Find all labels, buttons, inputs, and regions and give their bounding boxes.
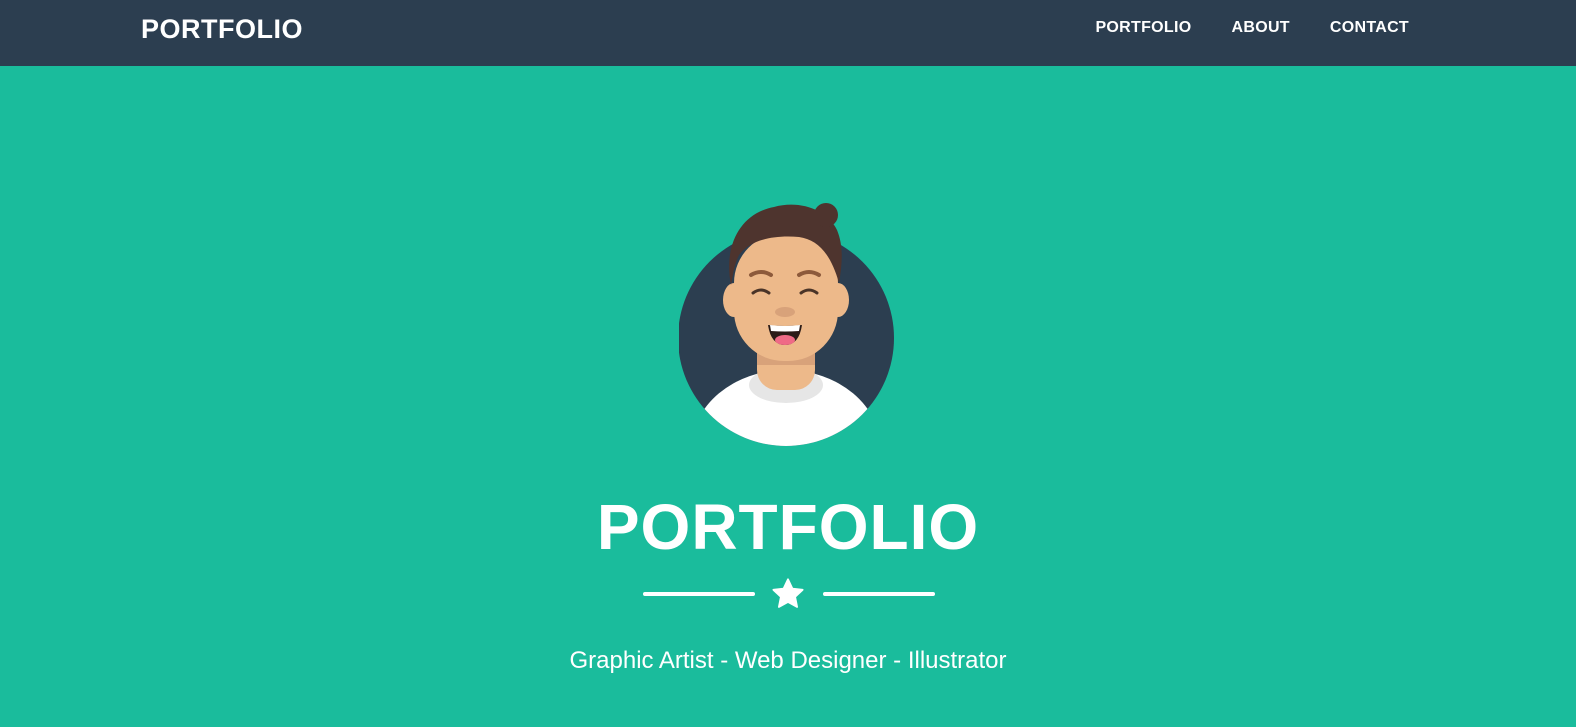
avatar-image	[678, 195, 899, 450]
nav-item-portfolio: PORTFOLIO	[1095, 19, 1191, 37]
masthead-title: PORTFOLIO	[596, 491, 980, 563]
nav-menu: PORTFOLIO ABOUT CONTACT	[1095, 19, 1409, 37]
nav-link-about[interactable]: ABOUT	[1231, 19, 1289, 36]
star-icon	[772, 578, 804, 608]
smiling-man-avatar-icon	[678, 203, 894, 446]
nav-link-contact[interactable]: CONTACT	[1330, 19, 1409, 36]
nav-item-about: ABOUT	[1231, 19, 1289, 37]
nav-item-contact: CONTACT	[1330, 19, 1409, 37]
divider-line-left	[643, 592, 755, 596]
star-divider	[643, 576, 935, 612]
nav-link-portfolio[interactable]: PORTFOLIO	[1095, 19, 1191, 36]
brand-link[interactable]: PORTFOLIO	[141, 14, 303, 45]
masthead-subheading: Graphic Artist - Web Designer - Illustra…	[569, 647, 1007, 674]
divider-line-right	[823, 592, 935, 596]
navbar: PORTFOLIO PORTFOLIO ABOUT CONTACT	[0, 0, 1576, 66]
